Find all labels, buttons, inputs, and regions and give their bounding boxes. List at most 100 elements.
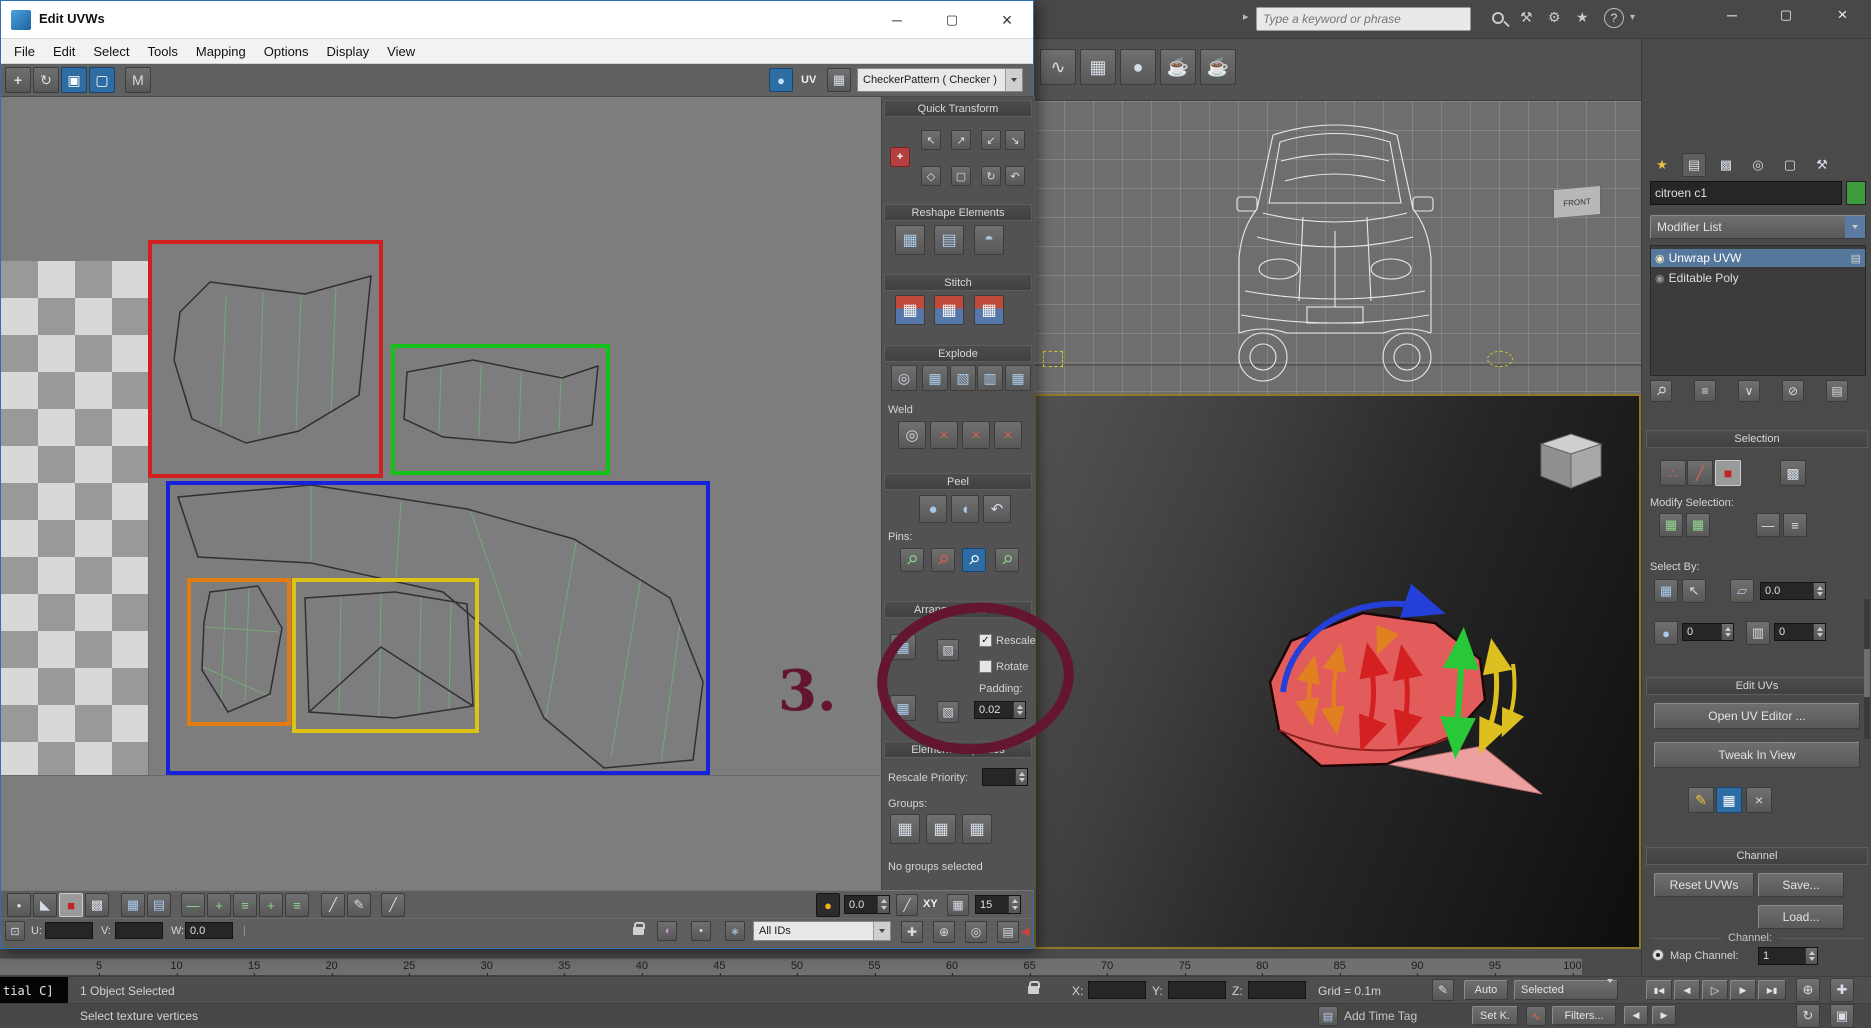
timeline-tick[interactable]: 40 xyxy=(636,960,648,977)
timeline-tick[interactable]: 25 xyxy=(403,960,415,977)
paint-uv-icon[interactable]: ✎ xyxy=(1688,787,1714,813)
show-end-result-icon[interactable]: ≡ xyxy=(1694,380,1716,402)
ring-selection-icon[interactable]: — xyxy=(1756,513,1780,537)
timeline-ruler[interactable]: 5 10 15 20 25 30 35 40 45 50 55 60 65 70 75 80 85 90 95 100 xyxy=(0,958,1582,977)
snap-options-icon[interactable]: ◖ xyxy=(657,921,677,941)
uv-canvas[interactable] xyxy=(1,97,881,890)
pan-view-icon[interactable]: ✚ xyxy=(1830,978,1854,1002)
favorites-icon[interactable]: ★ xyxy=(1576,9,1589,26)
lock-selection-icon[interactable] xyxy=(633,922,645,935)
rollout-stitch[interactable]: Stitch xyxy=(884,274,1032,291)
dialog-maximize-button[interactable]: ▢ xyxy=(927,1,977,39)
rescale-priority-spinner[interactable] xyxy=(982,768,1028,786)
dummy-helper-2[interactable] xyxy=(1043,351,1063,367)
break-by-vertex-icon[interactable]: ▦ xyxy=(1005,365,1031,391)
timeline-tick[interactable]: 80 xyxy=(1256,960,1268,977)
rollout-reshape-elements[interactable]: Reshape Elements xyxy=(884,204,1032,221)
pan-canvas-icon[interactable]: ✚ xyxy=(901,921,923,943)
dialog-close-button[interactable]: × xyxy=(982,1,1032,39)
rollout-quick-transform[interactable]: Quick Transform xyxy=(884,100,1032,117)
polygon-subobject-icon[interactable]: ■ xyxy=(1715,460,1741,486)
tools-icon[interactable]: ⚒ xyxy=(1520,9,1533,26)
timeline-tick[interactable]: 95 xyxy=(1489,960,1501,977)
rotate-tool-icon[interactable]: ↻ xyxy=(33,67,59,93)
menu-view[interactable]: View xyxy=(378,41,424,62)
time-tag-icon[interactable]: ▤ xyxy=(1318,1006,1338,1026)
y-coord-field[interactable] xyxy=(1168,981,1226,999)
stitch-custom-icon[interactable]: ▦ xyxy=(895,295,925,325)
timeline-tick[interactable]: 85 xyxy=(1334,960,1346,977)
selection-lock-icon[interactable] xyxy=(1028,981,1040,994)
help-icon[interactable]: ? xyxy=(1604,8,1624,28)
pixel-snap-icon[interactable]: • xyxy=(691,921,711,941)
configure-modifier-icon[interactable]: ▤ xyxy=(1826,380,1848,402)
menu-file[interactable]: File xyxy=(5,41,44,62)
timeline-tick[interactable]: 70 xyxy=(1101,960,1113,977)
material-editor-icon[interactable]: ● xyxy=(1120,49,1156,85)
stitch-to-source-icon[interactable]: ▦ xyxy=(974,295,1004,325)
viewport-perspective[interactable] xyxy=(1034,394,1641,949)
paint-select-icon[interactable]: ╱ xyxy=(321,893,345,917)
flatten-by-group-icon[interactable]: ◎ xyxy=(891,365,917,391)
break-by-face-icon[interactable]: ▥ xyxy=(977,365,1003,391)
ring-mode-icon[interactable]: ≡ xyxy=(285,893,309,917)
settings-icon[interactable]: ⚙ xyxy=(1548,9,1561,26)
space-vertical-icon[interactable]: ▢ xyxy=(951,166,971,186)
weld-selected-icon[interactable]: × xyxy=(930,421,958,449)
relax-icon[interactable]: ▤ xyxy=(934,225,964,255)
timeline-tick[interactable]: 55 xyxy=(868,960,881,977)
timeline-tick[interactable]: 15 xyxy=(248,960,260,977)
visibility-bulb-icon[interactable]: ◉ xyxy=(1655,272,1665,285)
timeline-tick[interactable]: 35 xyxy=(558,960,570,977)
vertex-subobject-icon[interactable]: ∴ xyxy=(1660,460,1686,486)
viewport-front[interactable]: FRONT xyxy=(1034,101,1641,394)
uv-cluster-frame-orange[interactable] xyxy=(187,578,291,726)
key-filters-curve-icon[interactable]: ∿ xyxy=(1526,1006,1546,1026)
timeline-tick[interactable]: 100 xyxy=(1563,960,1582,977)
mirror-tool-icon[interactable]: M xyxy=(125,67,151,93)
panel-scrollbar[interactable] xyxy=(1864,599,1870,739)
timeline-tick[interactable]: 60 xyxy=(946,960,958,977)
menu-edit[interactable]: Edit xyxy=(44,41,84,62)
brush-falloff-icon[interactable]: ✎ xyxy=(347,893,371,917)
create-tab-icon[interactable]: ★ xyxy=(1650,153,1674,177)
align-to-edge-icon[interactable]: ◇ xyxy=(921,166,941,186)
freeze-selection-icon[interactable]: ∗ xyxy=(725,921,745,941)
menu-options[interactable]: Options xyxy=(255,41,318,62)
material-id-spinner[interactable]: 0 xyxy=(1774,623,1826,641)
previous-frame-button[interactable]: ◀ xyxy=(1674,980,1700,1000)
mute-icon[interactable]: ◀ xyxy=(1021,925,1029,938)
group-selected-icon[interactable]: ▦ xyxy=(890,814,920,844)
unpin-selected-icon[interactable]: ⚲ xyxy=(931,548,955,572)
dialog-titlebar[interactable]: Edit UVWs ─ ▢ × xyxy=(1,1,1033,39)
freeform-tool-icon[interactable]: ▢ xyxy=(89,67,115,93)
search-input[interactable] xyxy=(1256,7,1471,31)
absolute-typein-button[interactable]: + xyxy=(890,147,910,167)
align-vertical-icon[interactable]: ↗ xyxy=(951,130,971,150)
element-subobject-icon[interactable]: ▩ xyxy=(1780,460,1806,486)
weld-threshold-icon[interactable]: × xyxy=(994,421,1022,449)
pattern-dropdown[interactable]: CheckerPattern ( Checker ) xyxy=(857,68,1023,92)
smoothing-group-spinner[interactable]: 0 xyxy=(1682,623,1734,641)
straighten-selection-icon[interactable]: ◓ xyxy=(974,225,1004,255)
weld-all-icon[interactable]: × xyxy=(962,421,990,449)
uv-element-mode-icon[interactable]: ▩ xyxy=(85,893,109,917)
x-coord-field[interactable] xyxy=(1088,981,1146,999)
stitch-to-target-icon[interactable]: ▦ xyxy=(934,295,964,325)
utilities-tab-icon[interactable]: ⚒ xyxy=(1810,153,1834,177)
menu-select[interactable]: Select xyxy=(84,41,138,62)
modify-tab-icon[interactable]: ▤ xyxy=(1682,153,1706,177)
key-filters-button[interactable]: Filters... xyxy=(1552,1006,1616,1025)
selection-set-dropdown[interactable]: Selected xyxy=(1514,979,1618,1000)
main-minimize-button[interactable]: ─ xyxy=(1706,0,1758,30)
planar-angle-spinner[interactable]: 0.0 xyxy=(1760,582,1826,600)
stack-row-editable-poly[interactable]: ◉ Editable Poly xyxy=(1651,269,1865,287)
flatten-mapping-icon[interactable]: ▦ xyxy=(922,365,948,391)
search-caret-icon[interactable]: ▸ xyxy=(1243,10,1249,23)
v-coord-field[interactable] xyxy=(115,922,163,939)
add-time-tag-label[interactable]: Add Time Tag xyxy=(1344,1009,1417,1023)
auto-key-button[interactable]: Auto xyxy=(1464,980,1508,1000)
quick-peel-icon[interactable]: ● xyxy=(919,495,947,523)
timeline-tick[interactable]: 30 xyxy=(481,960,493,977)
reset-uvws-button[interactable]: Reset UVWs xyxy=(1654,873,1754,897)
